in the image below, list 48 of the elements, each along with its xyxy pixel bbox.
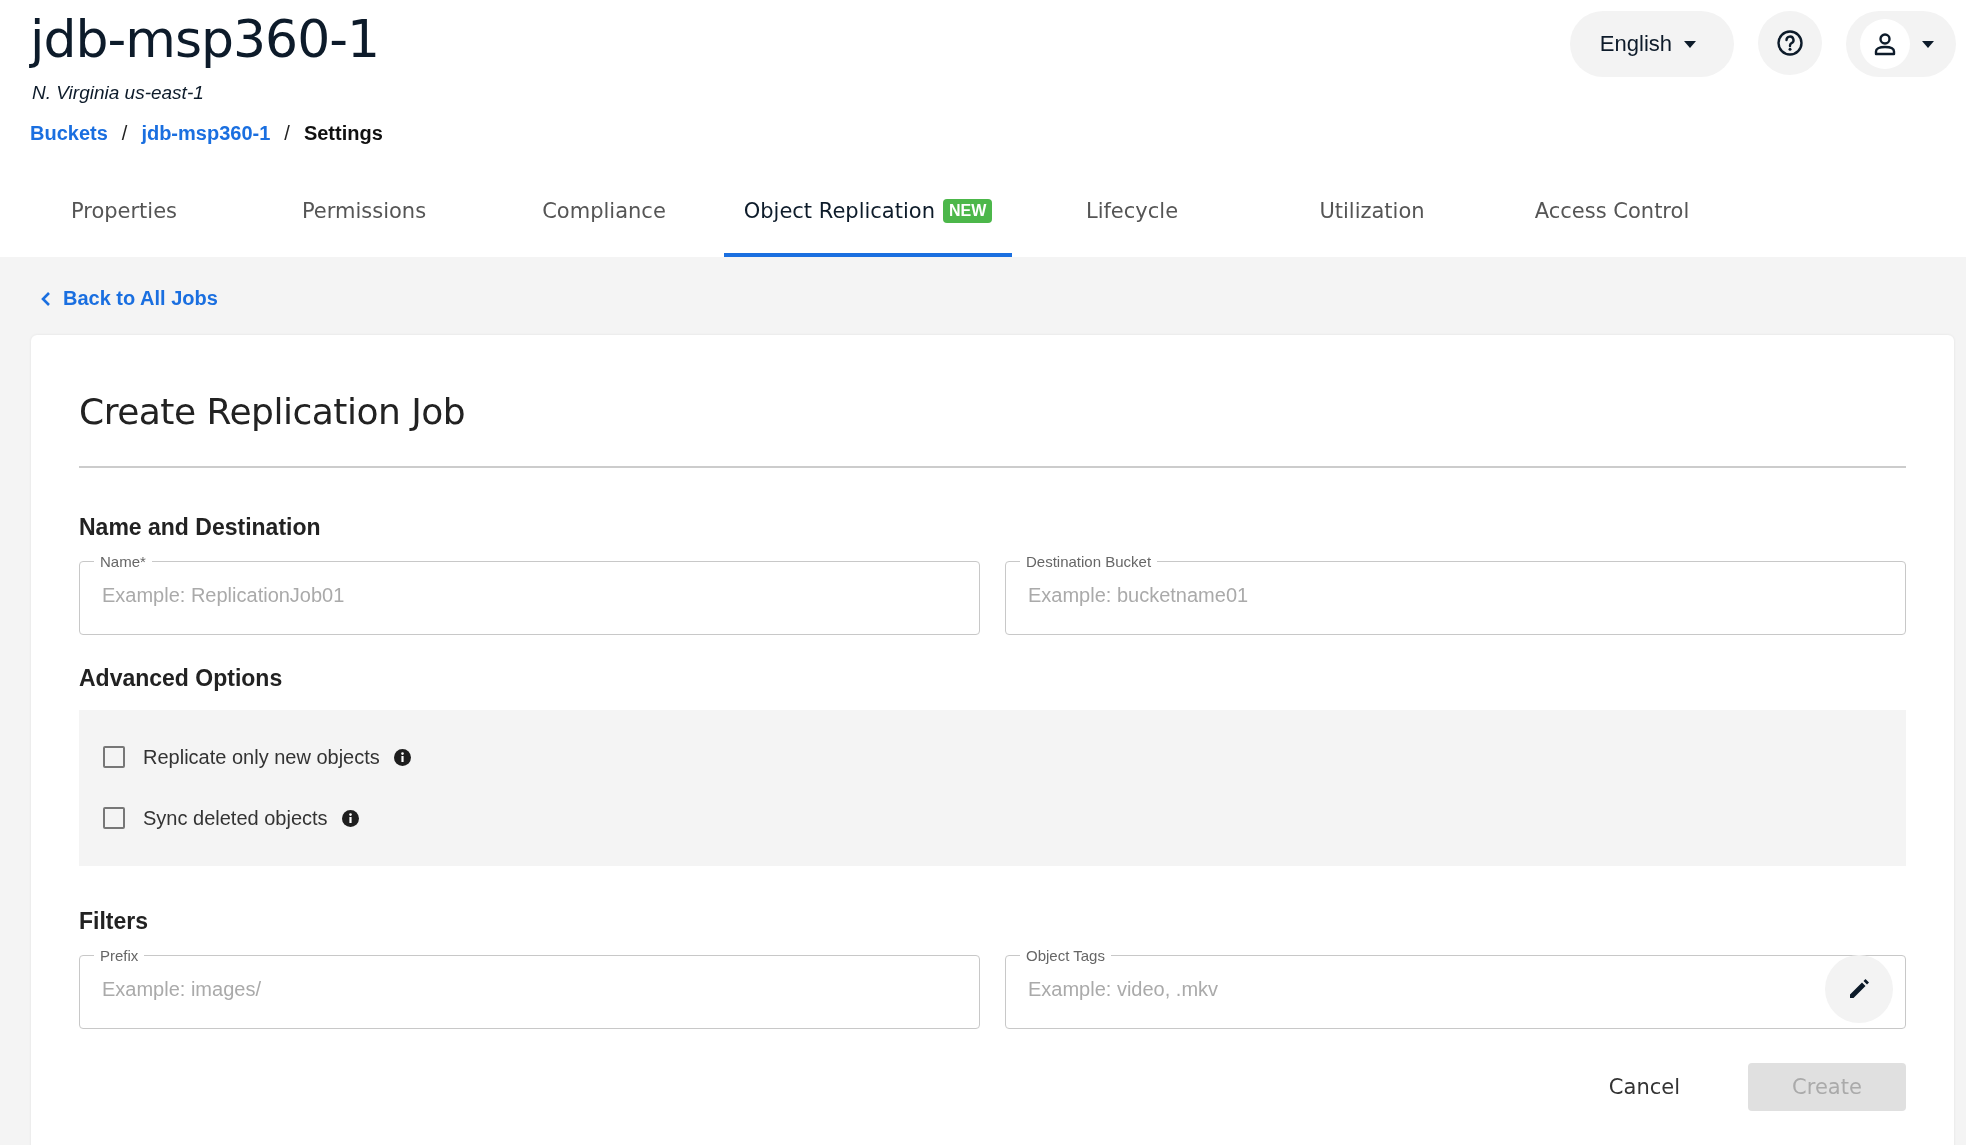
field-label: Object Tags bbox=[1025, 946, 1106, 964]
breadcrumb-current: Settings bbox=[303, 122, 383, 145]
field-label: Prefix bbox=[99, 946, 140, 964]
checkbox[interactable] bbox=[103, 807, 125, 829]
breadcrumb-link[interactable]: Buckets bbox=[30, 122, 108, 145]
input-field[interactable]: Example: bucketname01 bbox=[1026, 583, 1885, 608]
tab[interactable]: Object Replication NEW bbox=[724, 195, 1012, 257]
user-avatar-icon bbox=[1860, 19, 1910, 69]
bucket-title: jdb-msp360-1 bbox=[30, 8, 381, 70]
input-field[interactable]: Example: ReplicationJob01 bbox=[100, 583, 959, 608]
breadcrumb-separator: / bbox=[284, 122, 290, 145]
tab-label: Access Control bbox=[1534, 199, 1690, 223]
tab[interactable]: Utilization bbox=[1252, 195, 1492, 257]
tab[interactable]: Lifecycle bbox=[1012, 195, 1252, 257]
region-label: N. Virginia us-east-1 bbox=[32, 82, 205, 104]
caret-icon bbox=[1684, 40, 1696, 48]
tab-label: Properties bbox=[70, 199, 178, 223]
tab-label: Permissions bbox=[301, 199, 427, 223]
pencil-icon bbox=[1847, 976, 1871, 1001]
tab-label: Object Replication bbox=[743, 199, 935, 223]
chevron-left-icon bbox=[41, 290, 51, 307]
tab[interactable]: Permissions bbox=[244, 195, 484, 257]
field-label: Name* bbox=[99, 552, 147, 570]
help-icon bbox=[1776, 29, 1804, 57]
breadcrumb-separator: / bbox=[121, 122, 128, 145]
section-heading: Advanced Options bbox=[79, 664, 284, 692]
checkbox-label: Replicate only new objects bbox=[143, 745, 380, 769]
info-icon bbox=[341, 809, 359, 827]
tab[interactable]: Compliance bbox=[484, 195, 724, 257]
tab-label: Compliance bbox=[542, 199, 666, 223]
language-dropdown[interactable]: English bbox=[1569, 11, 1734, 77]
breadcrumb-link[interactable]: jdb-msp360-1 bbox=[141, 122, 271, 145]
section-heading: Name and Destination bbox=[79, 513, 322, 541]
field-label: Destination Bucket bbox=[1025, 552, 1153, 570]
section-heading: Filters bbox=[79, 907, 150, 935]
info-icon bbox=[393, 748, 411, 766]
tab[interactable]: Access Control bbox=[1492, 195, 1732, 257]
checkbox[interactable] bbox=[103, 746, 125, 768]
new-badge: NEW bbox=[942, 199, 993, 223]
form-title: Create Replication Job bbox=[79, 390, 467, 432]
cancel-button[interactable]: Cancel bbox=[1570, 1062, 1718, 1111]
tab[interactable]: Properties bbox=[4, 195, 244, 257]
tab-label: Lifecycle bbox=[1085, 199, 1179, 223]
input-field[interactable]: Example: images/ bbox=[100, 977, 959, 1002]
input-field[interactable]: Example: video, .mkv bbox=[1026, 977, 1825, 1002]
checkbox-label: Sync deleted objects bbox=[143, 806, 328, 830]
caret-icon bbox=[1922, 40, 1934, 48]
tab-label: Utilization bbox=[1319, 199, 1425, 223]
